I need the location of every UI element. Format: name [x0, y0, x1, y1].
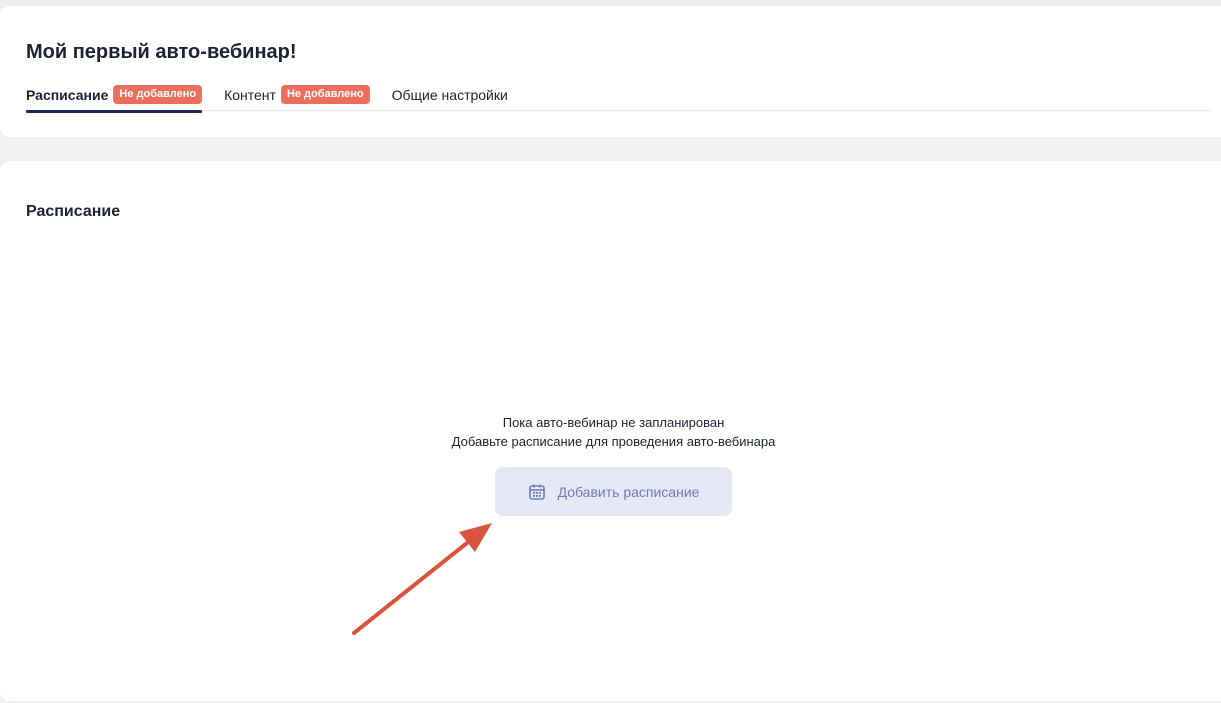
tab-general-settings[interactable]: Общие настройки: [392, 84, 508, 111]
tab-content[interactable]: Контент Не добавлено: [224, 84, 370, 111]
section-title: Расписание: [26, 203, 121, 220]
add-schedule-label: Добавить расписание: [557, 483, 700, 500]
empty-state-line-2: Добавьте расписание для проведения авто-…: [451, 434, 776, 449]
empty-state: Пока авто-вебинар не запланирован Добавь…: [0, 413, 1221, 451]
tab-content-status-badge: Не добавлено: [280, 85, 370, 104]
tab-schedule[interactable]: Расписание Не добавлено: [26, 84, 203, 113]
calendar-icon: [528, 483, 546, 501]
empty-state-line-1: Пока авто-вебинар не запланирован: [502, 415, 725, 430]
page-title: Мой первый авто-вебинар!: [26, 41, 297, 63]
tab-bar: Расписание Не добавлено Контент Не добав…: [26, 84, 1211, 113]
tab-general-settings-label: Общие настройки: [391, 86, 508, 103]
header-card: Мой первый авто-вебинар! Расписание Не д…: [0, 6, 1221, 137]
tab-schedule-label: Расписание: [26, 86, 109, 103]
schedule-card: Расписание Пока авто-вебинар не запланир…: [0, 161, 1221, 701]
tab-schedule-status-badge: Не добавлено: [113, 85, 203, 104]
tab-content-label: Контент: [224, 86, 276, 103]
add-schedule-button[interactable]: Добавить расписание: [495, 467, 732, 516]
